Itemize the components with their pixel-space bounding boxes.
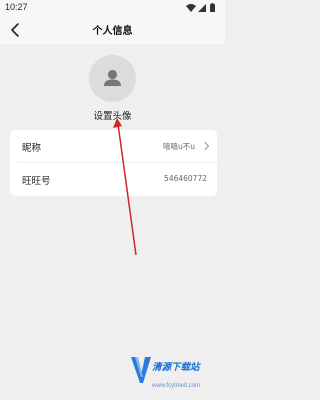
battery-icon xyxy=(210,3,215,12)
set-avatar-label[interactable]: 设置头像 xyxy=(0,108,225,122)
nickname-value: 嘻嘻u不u xyxy=(162,142,195,151)
wifi-icon xyxy=(186,4,196,12)
list-item-nickname[interactable]: 昵称 嘻嘻u不u xyxy=(10,130,217,163)
list-item-wangwang[interactable]: 旺旺号 546460772 xyxy=(10,163,217,196)
status-icons xyxy=(186,3,215,12)
wangwang-label: 旺旺号 xyxy=(22,176,51,187)
signal-icon xyxy=(198,4,206,12)
user-placeholder-icon xyxy=(104,69,121,86)
watermark-name: 清源下载站 xyxy=(152,362,200,373)
status-time: 10:27 xyxy=(5,2,28,12)
chevron-right-icon xyxy=(204,141,210,151)
watermark: 清源下载站 www.fcytmeit.com xyxy=(130,350,225,400)
top-nav-bar: 个人信息 xyxy=(0,16,225,44)
avatar[interactable] xyxy=(89,55,136,102)
nickname-label: 昵称 xyxy=(22,143,42,154)
wangwang-value: 546460772 xyxy=(164,174,207,183)
page-title: 个人信息 xyxy=(92,26,133,37)
status-bar: 10:27 xyxy=(0,0,225,16)
watermark-logo-icon xyxy=(131,357,151,383)
watermark-url: www.fcytmeit.com xyxy=(152,383,201,389)
info-card: 昵称 嘻嘻u不u 旺旺号 546460772 xyxy=(10,130,217,196)
